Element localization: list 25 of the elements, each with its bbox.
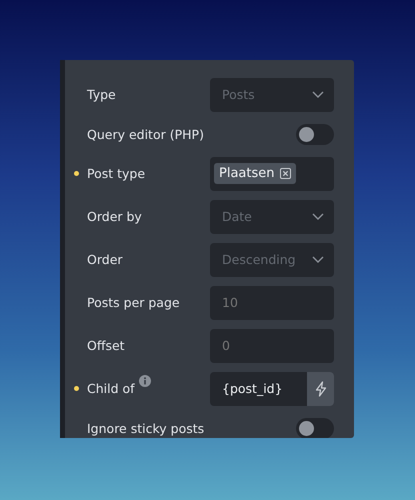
select-field[interactable]: Posts	[210, 78, 334, 112]
field-label: Offset	[87, 338, 125, 353]
tag-label: Plaatsen	[219, 166, 274, 181]
close-icon[interactable]	[280, 168, 290, 179]
field-label: Child of	[87, 381, 135, 396]
input-field[interactable]: 10	[210, 286, 334, 320]
dynamic-data-button[interactable]	[307, 372, 334, 406]
field-label: Order by	[87, 209, 142, 224]
toggle-switch[interactable]	[296, 418, 334, 438]
select-field[interactable]: Descending	[210, 242, 334, 276]
field-label: Query editor (PHP)	[87, 126, 204, 142]
field-label: Post type	[87, 166, 146, 181]
chevron-down-icon	[312, 256, 324, 263]
input-field[interactable]: 0	[210, 328, 334, 362]
tag-field[interactable]: Plaatsen	[210, 156, 334, 190]
field-label: Posts per page	[87, 295, 180, 310]
field-label: Type	[87, 87, 116, 102]
select-field[interactable]: Date	[210, 200, 334, 234]
chevron-down-icon	[312, 91, 324, 98]
field-label: Order	[87, 252, 123, 267]
lightning-icon	[314, 380, 326, 396]
chevron-down-icon	[312, 213, 324, 220]
field-label: Ignore sticky posts	[87, 420, 204, 436]
toggle-switch[interactable]	[296, 124, 334, 144]
info-icon[interactable]	[138, 375, 151, 387]
